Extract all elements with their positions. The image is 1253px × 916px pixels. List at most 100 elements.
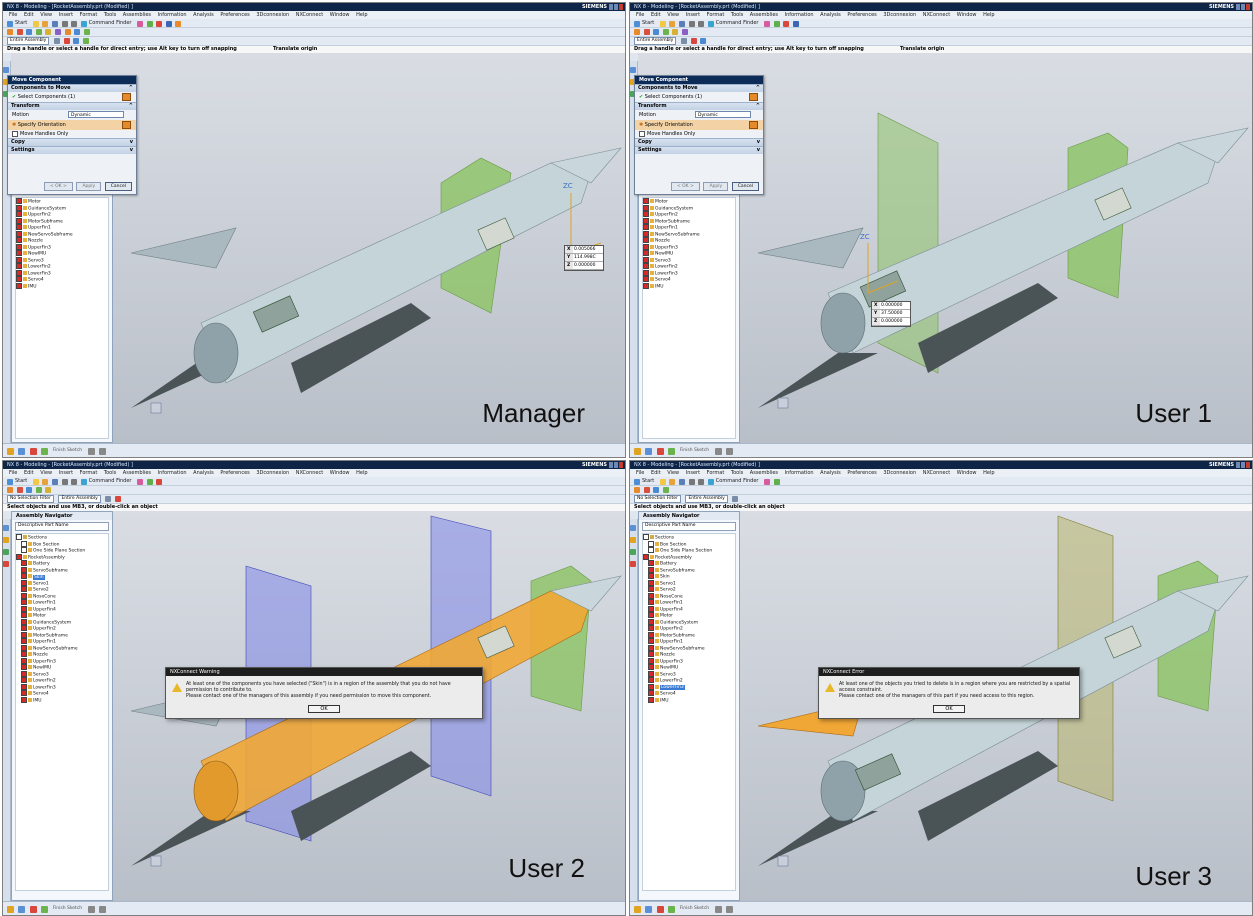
assembly-scope-select[interactable]: Entire Assembly	[685, 495, 728, 503]
command-finder-icon[interactable]	[707, 478, 714, 485]
assembly-scope-select[interactable]: Entire Assembly	[58, 495, 101, 503]
command-finder-icon[interactable]	[80, 20, 87, 27]
finish-sketch-button[interactable]: Finish Sketch	[680, 448, 709, 453]
roles-tab-icon[interactable]	[3, 561, 9, 567]
menu-analysis[interactable]: Analysis	[193, 470, 214, 476]
save-icon[interactable]	[52, 20, 58, 27]
redo-icon[interactable]	[698, 20, 705, 27]
menu-preferences[interactable]: Preferences	[847, 470, 876, 476]
selection-filter-select[interactable]: No Selection Filter	[7, 495, 54, 503]
motion-select[interactable]: Dynamic	[695, 111, 751, 118]
save-icon[interactable]	[52, 478, 58, 485]
coordinate-input[interactable]: X 0.000000 Y 37.50000 Z 0.000000	[871, 301, 911, 327]
arc-tool-icon[interactable]	[99, 447, 107, 455]
column-header[interactable]: Descriptive Part Name	[15, 522, 109, 531]
history-tab-icon[interactable]	[630, 549, 636, 555]
roles-tab-icon[interactable]	[630, 561, 636, 567]
hole-icon[interactable]	[35, 486, 42, 493]
menu-insert[interactable]: Insert	[59, 12, 73, 18]
snap-icon[interactable]	[63, 38, 70, 44]
line-tool-icon[interactable]	[87, 905, 95, 913]
curve-icon[interactable]	[656, 447, 664, 455]
sketch-icon[interactable]	[7, 28, 13, 35]
cancel-button[interactable]: Cancel	[731, 182, 759, 191]
menu-edit[interactable]: Edit	[651, 470, 661, 476]
menu-preferences[interactable]: Preferences	[847, 12, 876, 18]
menu-information[interactable]: Information	[158, 12, 187, 18]
sketch-tool-icon[interactable]	[634, 447, 641, 455]
save-icon[interactable]	[679, 20, 685, 27]
menu-information[interactable]: Information	[785, 470, 814, 476]
new-file-icon[interactable]	[32, 20, 39, 27]
layer-icon[interactable]	[773, 20, 780, 27]
assembly-navigator-tab-icon[interactable]	[630, 67, 636, 73]
open-file-icon[interactable]	[669, 478, 676, 485]
command-finder-icon[interactable]	[707, 20, 714, 27]
menu-file[interactable]: File	[9, 12, 17, 18]
menu-window[interactable]: Window	[957, 470, 977, 476]
redo-icon[interactable]	[71, 478, 78, 485]
menu-nxconnect[interactable]: NXConnect	[923, 12, 950, 18]
coord-x-value[interactable]: 0.000000	[880, 302, 910, 309]
collapse-icon[interactable]: ^	[129, 103, 133, 110]
snap-icon[interactable]	[115, 496, 122, 502]
menu-format[interactable]: Format	[80, 470, 98, 476]
components-to-move-section[interactable]: Components to Move ^	[635, 84, 763, 92]
blend-icon[interactable]	[45, 28, 52, 35]
display-icon[interactable]	[137, 20, 144, 27]
menu-nxconnect[interactable]: NXConnect	[296, 470, 323, 476]
select-component-icon[interactable]	[122, 93, 131, 101]
window-controls[interactable]	[609, 4, 623, 10]
undo-icon[interactable]	[688, 478, 695, 485]
tree-node[interactable]: IMU	[643, 282, 735, 289]
menu-analysis[interactable]: Analysis	[820, 470, 841, 476]
start-button[interactable]: Start	[642, 20, 654, 26]
extrude-icon[interactable]	[643, 28, 650, 35]
sketch-icon[interactable]	[634, 486, 640, 493]
assembly-navigator-tab-icon[interactable]	[3, 67, 9, 73]
start-button[interactable]: Start	[642, 478, 654, 484]
filter-icon[interactable]	[680, 38, 687, 44]
menu-nxconnect[interactable]: NXConnect	[296, 12, 323, 18]
menu-window[interactable]: Window	[957, 12, 977, 18]
menu-tools[interactable]: Tools	[104, 470, 116, 476]
hole-icon[interactable]	[662, 486, 669, 493]
menu-view[interactable]: View	[40, 12, 52, 18]
start-icon[interactable]	[7, 20, 13, 27]
sketch-icon[interactable]	[7, 486, 13, 493]
menu-information[interactable]: Information	[158, 470, 187, 476]
open-file-icon[interactable]	[669, 20, 676, 27]
command-finder-button[interactable]: Command Finder	[89, 20, 132, 26]
collapse-icon[interactable]: ^	[129, 85, 133, 92]
revolve-icon[interactable]	[26, 486, 33, 493]
component-icon[interactable]	[83, 28, 90, 35]
cancel-button[interactable]: Cancel	[104, 182, 132, 191]
blend-icon[interactable]	[45, 486, 52, 493]
curve-icon[interactable]	[656, 905, 664, 913]
assembly-navigator-tab-icon[interactable]	[630, 525, 636, 531]
assembly-icon[interactable]	[64, 28, 71, 35]
menu-3dconnexion[interactable]: 3Dconnexion	[256, 470, 289, 476]
save-icon[interactable]	[679, 478, 685, 485]
menu-assemblies[interactable]: Assemblies	[750, 470, 778, 476]
apply-button[interactable]: Apply	[703, 182, 729, 191]
menu-tools[interactable]: Tools	[731, 12, 743, 18]
sketch-icon[interactable]	[634, 28, 640, 35]
finish-sketch-button[interactable]: Finish Sketch	[53, 906, 82, 911]
hole-icon[interactable]	[662, 28, 669, 35]
menu-insert[interactable]: Insert	[686, 12, 700, 18]
coord-x-value[interactable]: 0.005066	[573, 246, 603, 253]
expand-icon[interactable]: v	[130, 139, 133, 146]
window-controls[interactable]	[1236, 462, 1250, 468]
arc-tool-icon[interactable]	[99, 905, 107, 913]
collapse-icon[interactable]: ^	[756, 85, 760, 92]
layer-icon[interactable]	[146, 20, 153, 27]
settings-section[interactable]: Settings v	[8, 146, 136, 154]
open-file-icon[interactable]	[42, 478, 49, 485]
menu-view[interactable]: View	[40, 470, 52, 476]
menu-preferences[interactable]: Preferences	[220, 12, 249, 18]
chamfer-icon[interactable]	[54, 28, 61, 35]
arc-tool-icon[interactable]	[726, 905, 734, 913]
view-icon[interactable]	[792, 20, 799, 27]
layer-icon[interactable]	[773, 478, 780, 485]
